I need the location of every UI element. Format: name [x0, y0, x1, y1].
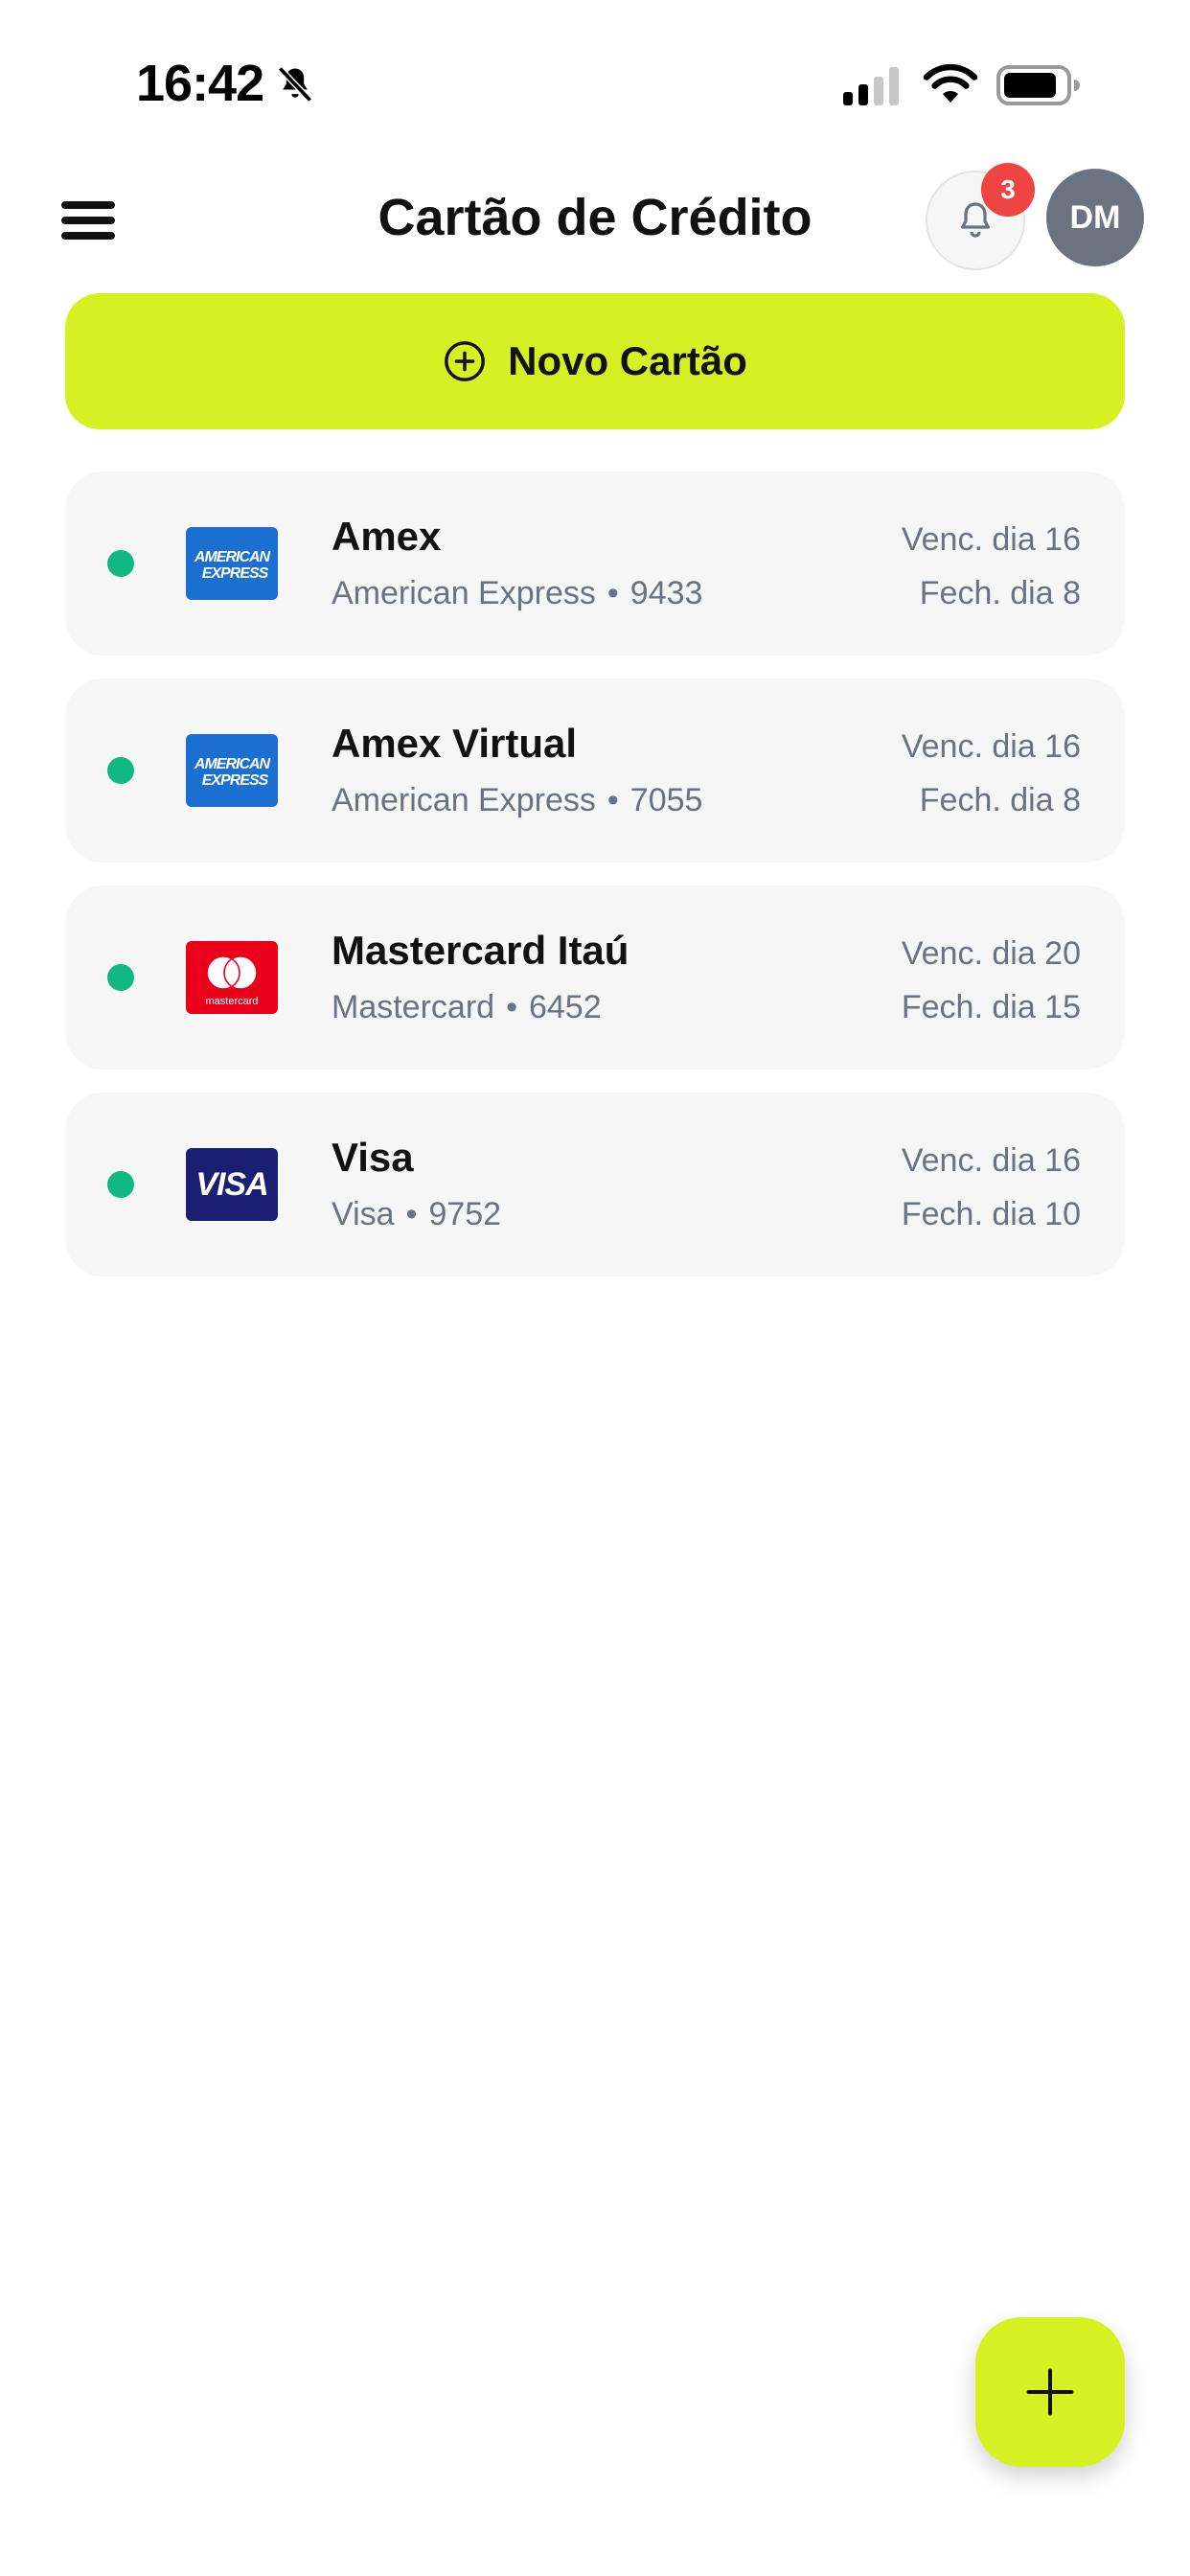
active-status-dot [107, 757, 134, 784]
new-card-button[interactable]: Novo Cartão [65, 293, 1125, 429]
visa-logo: VISA [186, 1148, 278, 1221]
status-time: 16:42 [136, 55, 264, 112]
card-last4: 9752 [428, 1196, 502, 1232]
svg-text:VISA: VISA [195, 1166, 267, 1203]
closing-date: Fech. dia 8 [919, 782, 1081, 818]
new-card-label: Novo Cartão [508, 338, 747, 383]
amex-logo: AMERICAN EXPRESS [186, 527, 278, 600]
card-list: AMERICAN EXPRESS Amex American Express • 9… [65, 472, 1125, 1300]
active-status-dot [107, 550, 134, 577]
card-subtitle: Mastercard • 6452 [332, 989, 602, 1026]
card-item-mastercard-itau[interactable]: mastercard Mastercard Itaú Mastercard • 64… [65, 886, 1125, 1070]
separator: • [506, 989, 517, 1025]
plus-icon [1026, 2368, 1074, 2416]
closing-date: Fech. dia 8 [919, 575, 1081, 611]
bell-slash-icon [278, 66, 312, 103]
separator: • [405, 1196, 418, 1232]
separator: • [606, 575, 619, 611]
card-brand: American Express [332, 575, 596, 611]
plus-circle-icon [445, 341, 486, 381]
card-name: Amex Virtual [332, 721, 577, 766]
mastercard-logo: mastercard [186, 941, 278, 1014]
svg-text:EXPRESS: EXPRESS [202, 565, 269, 582]
svg-text:AMERICAN: AMERICAN [194, 549, 271, 565]
card-item-amex-virtual[interactable]: AMERICAN EXPRESS Amex Virtual American E… [65, 678, 1125, 862]
active-status-dot [107, 1171, 134, 1198]
card-last4: 9433 [629, 575, 703, 611]
due-date: Venc. dia 20 [901, 935, 1081, 972]
notification-badge: 3 [981, 163, 1035, 217]
card-brand: American Express [332, 782, 596, 818]
card-name: Visa [332, 1135, 414, 1180]
due-date: Venc. dia 16 [901, 728, 1081, 765]
card-brand: Mastercard [332, 989, 495, 1025]
active-status-dot [107, 964, 134, 991]
wifi-icon [923, 63, 978, 103]
separator: • [606, 782, 619, 818]
svg-text:AMERICAN: AMERICAN [194, 756, 271, 772]
card-last4: 7055 [629, 782, 703, 818]
cellular-signal-icon [843, 67, 899, 105]
battery-icon [996, 65, 1080, 105]
closing-date: Fech. dia 10 [901, 1196, 1081, 1232]
card-subtitle: American Express • 9433 [332, 575, 702, 612]
card-item-amex[interactable]: AMERICAN EXPRESS Amex American Express • 9… [65, 472, 1125, 656]
avatar[interactable]: DM [1046, 169, 1144, 266]
svg-text:EXPRESS: EXPRESS [202, 772, 269, 789]
card-name: Mastercard Itaú [332, 928, 629, 973]
svg-text:mastercard: mastercard [205, 996, 258, 1007]
card-last4: 6452 [528, 989, 602, 1025]
status-bar: 16:42 [0, 0, 1190, 172]
card-item-visa[interactable]: VISA Visa Visa • 9752 Venc. dia 16 Fech. d… [65, 1092, 1125, 1276]
card-subtitle: American Express • 7055 [332, 782, 702, 819]
due-date: Venc. dia 16 [901, 521, 1081, 558]
card-subtitle: Visa • 9752 [332, 1196, 501, 1233]
card-brand: Visa [332, 1196, 395, 1232]
due-date: Venc. dia 16 [901, 1142, 1081, 1179]
amex-logo: AMERICAN EXPRESS [186, 734, 278, 807]
card-name: Amex [332, 514, 442, 559]
add-card-fab[interactable] [975, 2317, 1125, 2467]
closing-date: Fech. dia 15 [901, 989, 1081, 1025]
